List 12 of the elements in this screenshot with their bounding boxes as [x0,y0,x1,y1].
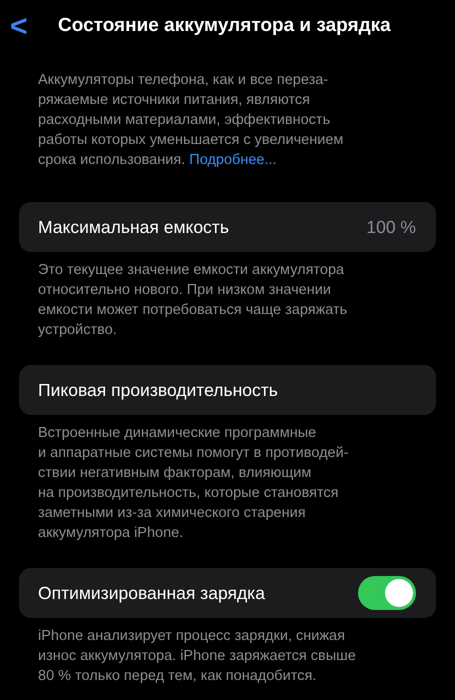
page-title: Состояние аккумулятора и зарядка [58,14,391,38]
intro-text: Аккумуляторы телефона, как и все переза- ряжаемые источники питания, являются расходными материалами, эффективность работы которых уменьшается с увеличением срока использования. Подробнее... [37,71,344,170]
more-link[interactable]: Подробнее... [189,152,277,168]
row-label: Пиковая производительность [38,378,278,402]
section-footer-text: iPhone анализирует процесс зарядки, снижая износ аккумулятора. iPhone заряжается свыше 80 % только перед тем, как понадобится. [37,627,357,686]
section-footer-text: Встроенные динамические программные и аппаратные системы помогут в противодей- ствии негативным факторам, влияющим на производительность, которые становятся заметными из-за химического старения аккумулятора iPhone. [37,424,350,543]
row-label: Максимальная емкость [38,216,229,239]
row-label: Оптимизированная зарядка [38,582,265,605]
row-value: 100 % [366,216,416,239]
back-button[interactable]: < [10,4,50,48]
section-footer-text: Это текущее значение емкости аккумулятора относительно нового. При низком значении емкости может потребоваться чаще заряжать устройство. [37,261,348,340]
toggle-switch[interactable] [358,576,416,610]
